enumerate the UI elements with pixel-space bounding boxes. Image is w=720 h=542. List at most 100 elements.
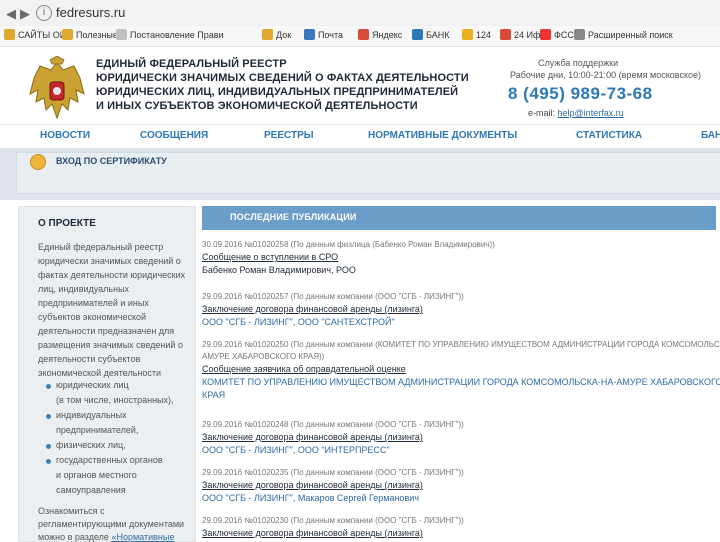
bookmark-icon — [4, 29, 15, 40]
publication-date: 30.09.2016 №01020258 (По данным физлица … — [202, 240, 495, 249]
bookmark-item[interactable]: САЙТЫ ОИ — [4, 29, 66, 40]
bookmark-label: Расширенный поиск — [588, 30, 673, 40]
bullet-icon — [46, 459, 51, 464]
publications-title: ПОСЛЕДНИЕ ПУБЛИКАЦИИ — [230, 212, 357, 222]
bookmark-item[interactable]: 24 Ифр — [500, 29, 545, 40]
publication-date: 29.09.2016 №01020248 (По данным компании… — [202, 420, 464, 429]
bookmark-icon — [500, 29, 511, 40]
main-nav: НОВОСТИ СООБЩЕНИЯ РЕЕСТРЫ НОРМАТИВНЫЕ ДО… — [0, 124, 720, 149]
header-title-line-2: ЮРИДИЧЕСКИ ЗНАЧИМЫХ СВЕДЕНИЙ О ФАКТАХ ДЕ… — [96, 72, 469, 84]
bookmark-icon — [304, 29, 315, 40]
publication-date-continued: АМУРЕ ХАБАРОВСКОГО КРАЯ)) — [202, 352, 325, 361]
bookmark-label: БАНК — [426, 30, 450, 40]
bookmark-item[interactable]: Яндекс — [358, 29, 402, 40]
about-text-line: Единый федеральный реестр — [38, 242, 164, 252]
about-list-line: физических лиц, — [56, 440, 126, 450]
bullet-icon — [46, 414, 51, 419]
about-text-line: экономической деятельности — [38, 368, 162, 378]
bookmark-item[interactable]: Расширенный поиск — [574, 29, 673, 40]
publication-participants[interactable]: ООО "СГБ - ЛИЗИНГ", Макаров Сергей Герма… — [202, 493, 419, 503]
about-text-line: фактах деятельности юридических — [38, 270, 186, 280]
support-email-line: e-mail: help@interfax.ru — [528, 108, 624, 118]
publication-subject-link[interactable]: Сообщение о вступлении в СРО — [202, 252, 338, 262]
publication-subject-link[interactable]: Заключение договора финансовой аренды (л… — [202, 304, 423, 314]
support-email-link[interactable]: help@interfax.ru — [558, 108, 624, 118]
support-phone[interactable]: 8 (495) 989-73-68 — [508, 84, 653, 104]
bookmark-icon — [574, 29, 585, 40]
bookmark-item[interactable]: Постановление Прави — [116, 29, 224, 40]
publication-subject-link[interactable]: Заключение договора финансовой аренды (л… — [202, 528, 423, 538]
bookmark-item[interactable]: Почта — [304, 29, 343, 40]
about-text-line: предпринимателей и иных — [38, 298, 149, 308]
bookmark-label: ФСС — [554, 30, 574, 40]
about-list-line: индивидуальных — [56, 410, 127, 420]
nav-messages[interactable]: СООБЩЕНИЯ — [140, 130, 208, 141]
url-field[interactable]: fedresurs.ru — [56, 5, 125, 20]
bookmark-label: Яндекс — [372, 30, 403, 40]
header-title-line-3: ЮРИДИЧЕСКИХ ЛИЦ, ИНДИВИДУАЛЬНЫХ ПРЕДПРИН… — [96, 86, 459, 98]
bookmark-item[interactable]: Полезные — [62, 29, 118, 40]
publication-subject-link[interactable]: Сообщение заявчика об оправдательной оце… — [202, 364, 406, 374]
email-label: e-mail: — [528, 108, 556, 118]
publication-participants[interactable]: ООО "СГБ - ЛИЗИНГ", ООО "САНТЕХСТРОЙ" — [202, 317, 395, 327]
publication-date: 29.09.2016 №01020235 (По данным компании… — [202, 468, 464, 477]
bookmark-item[interactable]: ФСС — [540, 29, 574, 40]
back-arrow-icon[interactable]: ◀ — [6, 6, 16, 22]
bookmark-icon — [540, 29, 551, 40]
publication-date: 29.09.2016 №01020230 (По данным компании… — [202, 516, 464, 525]
bookmark-label: 124 — [476, 30, 492, 40]
bookmark-item[interactable]: 124 — [462, 29, 491, 40]
bookmark-icon — [358, 29, 369, 40]
nav-news[interactable]: НОВОСТИ — [40, 130, 90, 141]
publication-participants[interactable]: Бабенко Роман Владимирович, РОО — [202, 265, 356, 275]
publication-subject-link[interactable]: Заключение договора финансовой аренды (л… — [202, 432, 423, 442]
publication-participants[interactable]: КРАЯ — [202, 390, 225, 400]
bookmarks-bar: САЙТЫ ОИ Полезные Постановление Прави Док По… — [0, 26, 720, 47]
bookmark-icon — [262, 29, 273, 40]
site-info-icon[interactable]: i — [36, 5, 52, 21]
bookmark-item[interactable]: БАНК — [412, 29, 449, 40]
publication-date: 29.09.2016 №01020257 (По данным компании… — [202, 292, 464, 301]
normative-docs-link[interactable]: «Нормативные — [111, 532, 174, 542]
nav-bankruptcy[interactable]: БАН — [701, 130, 720, 141]
bullet-icon — [46, 384, 51, 389]
about-text-line: деятельности предназначен для — [38, 326, 175, 336]
bullet-icon — [46, 444, 51, 449]
bookmark-icon — [412, 29, 423, 40]
bookmark-icon — [62, 29, 73, 40]
publication-participants[interactable]: КОМИТЕТ ПО УПРАВЛЕНИЮ ИМУЩЕСТВОМ АДМИНИС… — [202, 377, 720, 387]
about-text-line: юридически значимых сведений о — [38, 256, 181, 266]
about-footer-line: Ознакомиться с — [38, 506, 105, 516]
bookmark-label: САЙТЫ ОИ — [18, 30, 67, 40]
about-list-line: юридических лиц — [56, 380, 129, 390]
key-icon — [30, 154, 46, 170]
about-list-line: (в том числе, иностранных), — [56, 395, 174, 405]
about-list-line: государственных органов — [56, 455, 163, 465]
about-footer-line: можно в разделе «Нормативные — [38, 532, 175, 542]
about-list-line: предпринимателей, — [56, 425, 139, 435]
bookmark-label: Почта — [318, 30, 343, 40]
forward-arrow-icon[interactable]: ▶ — [20, 6, 30, 22]
nav-normative-docs[interactable]: НОРМАТИВНЫЕ ДОКУМЕНТЫ — [368, 130, 517, 141]
support-hours: Рабочие дни, 10:00-21:00 (время московск… — [510, 70, 701, 80]
publication-subject-link[interactable]: Заключение договора финансовой аренды (л… — [202, 480, 423, 490]
bookmark-label: Док — [276, 30, 292, 40]
about-text-line: деятельности субъектов — [38, 354, 141, 364]
about-text-line: размещения значимых сведений о — [38, 340, 183, 350]
publication-participants[interactable]: ООО "СГБ - ЛИЗИНГ", ООО "ИНТЕРПРЕСС" — [202, 445, 390, 455]
nav-statistics[interactable]: СТАТИСТИКА — [576, 130, 642, 141]
bookmark-label: Постановление Прави — [130, 30, 224, 40]
certificate-login-link[interactable]: ВХОД ПО СЕРТИФИКАТУ — [56, 156, 167, 166]
about-text-line: субъектов экономической — [38, 312, 147, 322]
bookmark-label: Полезные — [76, 30, 118, 40]
bookmark-item[interactable]: Док — [262, 29, 291, 40]
support-title: Служба поддержки — [538, 58, 619, 68]
bookmark-icon — [462, 29, 473, 40]
about-title: О ПРОЕКТЕ — [38, 218, 96, 229]
about-list-line: и органов местного — [56, 470, 137, 480]
header-title-line-4: И ИНЫХ СУБЪЕКТОВ ЭКОНОМИЧЕСКОЙ ДЕЯТЕЛЬНО… — [96, 100, 418, 112]
browser-address-bar: ◀ ▶ i fedresurs.ru — [0, 0, 720, 27]
nav-registries[interactable]: РЕЕСТРЫ — [264, 130, 314, 141]
bookmark-icon — [116, 29, 127, 40]
header-title-line-1: ЕДИНЫЙ ФЕДЕРАЛЬНЫЙ РЕЕСТР — [96, 58, 287, 70]
